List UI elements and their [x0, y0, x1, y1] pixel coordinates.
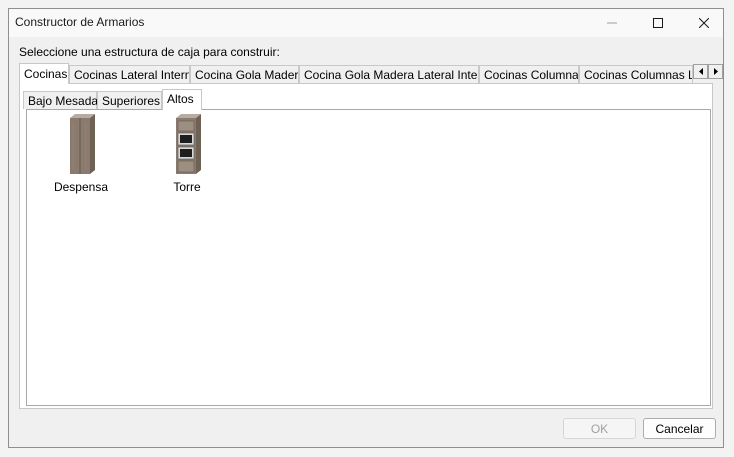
close-button[interactable]	[681, 9, 727, 37]
cancel-button[interactable]: Cancelar	[643, 418, 716, 439]
ok-button[interactable]: OK	[563, 418, 636, 439]
oven-tower-cabinet-icon	[176, 114, 201, 174]
maximize-icon	[653, 18, 663, 28]
item-label: Despensa	[53, 180, 109, 194]
tab-cocina-gola-madera-lateral-interna[interactable]: Cocina Gola Madera Lateral Interna	[299, 65, 479, 83]
tab-cocinas-columnas[interactable]: Cocinas Columnas	[479, 65, 579, 83]
title-bar[interactable]: Constructor de Armarios	[9, 9, 723, 37]
tab-cocinas-lateral-interna[interactable]: Cocinas Lateral Interna	[69, 65, 190, 83]
tab-content-panel: Bajo Mesada Superiores Altos Despensa To…	[19, 83, 713, 409]
category-tabs: Cocinas Cocinas Lateral Interna Cocina G…	[19, 63, 723, 84]
tab-cocina-gola-madera[interactable]: Cocina Gola Madera	[190, 65, 299, 83]
item-label: Torre	[173, 180, 201, 194]
maximize-button[interactable]	[635, 9, 681, 37]
window-title: Constructor de Armarios	[15, 15, 145, 29]
list-item-torre[interactable]: Torre	[147, 112, 227, 198]
tab-altos[interactable]: Altos	[162, 89, 202, 110]
subcategory-tabs: Bajo Mesada Superiores Altos	[23, 88, 703, 110]
tab-scroll-left-button[interactable]	[693, 64, 708, 79]
pantry-cabinet-icon	[70, 114, 95, 174]
arrow-right-icon	[713, 68, 718, 75]
minimize-button[interactable]	[589, 9, 635, 37]
structure-list: Despensa Torre	[26, 109, 711, 406]
tab-bajo-mesada[interactable]: Bajo Mesada	[23, 91, 98, 109]
instruction-label: Seleccione una estructura de caja para c…	[19, 45, 280, 59]
arrow-left-icon	[698, 68, 703, 75]
close-icon	[699, 18, 709, 28]
list-item-despensa[interactable]: Despensa	[41, 112, 121, 198]
tab-scroll-right-button[interactable]	[708, 64, 723, 79]
tab-cocinas-columnas-la[interactable]: Cocinas Columnas La	[579, 65, 693, 83]
tab-cocinas[interactable]: Cocinas	[19, 63, 69, 84]
dialog-window: Constructor de Armarios Seleccione una e…	[8, 8, 724, 448]
tab-superiores[interactable]: Superiores	[97, 91, 162, 109]
minimize-icon	[607, 22, 617, 24]
